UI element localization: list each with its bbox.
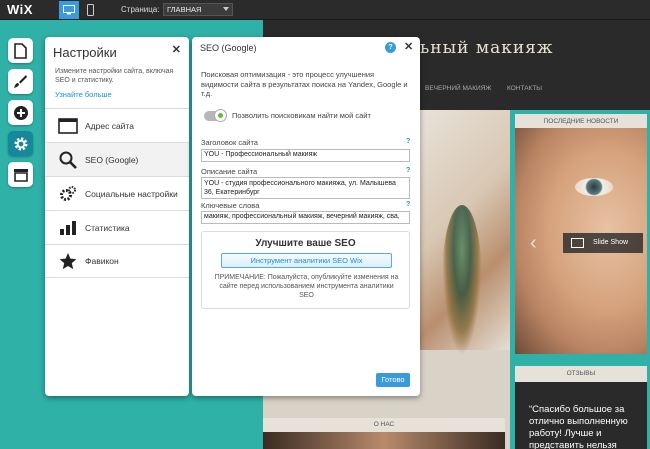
design-button[interactable] (8, 69, 33, 94)
settings-item-seo[interactable]: SEO (Google) (45, 142, 189, 176)
nav-evening-makeup[interactable]: ВЕЧЕРНИЙ МАКИЯЖ (425, 85, 491, 92)
mobile-icon (86, 4, 94, 16)
settings-item-social[interactable]: Социальные настройки (45, 176, 189, 210)
settings-item-label: Статистика (85, 222, 130, 233)
slideshow-label: Slide Show (593, 239, 629, 246)
bar-chart-icon (53, 220, 83, 236)
done-button[interactable]: Готово (376, 373, 410, 387)
help-icon[interactable]: ? (385, 42, 396, 53)
social-gears-icon (53, 185, 83, 203)
add-button[interactable] (8, 100, 33, 125)
settings-item-label: Фавикон (85, 256, 119, 266)
page-select-value: ГЛАВНАЯ (167, 5, 202, 14)
about-photo (263, 432, 505, 449)
site-description-label: Описание сайта (201, 167, 258, 176)
brush-icon (14, 75, 27, 88)
page-label: Страница: (121, 5, 160, 14)
pages-button[interactable] (8, 38, 33, 63)
mobile-view-button[interactable] (80, 1, 100, 19)
seo-panel: SEO (Google) ? ✕ Поисковая оптимизация -… (192, 37, 420, 396)
browser-window-icon (53, 117, 83, 134)
close-icon[interactable]: ✕ (404, 40, 413, 53)
help-icon[interactable]: ? (406, 167, 410, 174)
app-market-button[interactable] (8, 162, 33, 187)
site-title-field[interactable]: YOU - Профессиональный макияж (201, 149, 410, 162)
star-icon (53, 252, 83, 270)
store-icon (13, 168, 28, 182)
seo-analytics-button[interactable]: Инструмент аналитики SEO Wix (221, 253, 392, 268)
settings-item-label: Адрес сайта (85, 120, 134, 131)
reviews-heading: ОТЗЫВЫ (515, 366, 647, 382)
improve-seo-box: Улучшите ваше SEO Инструмент аналитики S… (201, 231, 410, 309)
settings-description: Измените настройки сайта, включая SEO и … (55, 68, 174, 84)
chevron-left-icon[interactable]: ‹ (530, 232, 537, 255)
feather-image (442, 205, 482, 355)
keywords-field[interactable]: макияж, профессиональный макияж, вечерни… (201, 211, 410, 224)
settings-button[interactable] (8, 131, 33, 156)
improve-seo-note: ПРИМЕЧАНИЕ: Пожалуйста, опубликуйте изме… (214, 274, 399, 299)
keywords-label: Ключевые слова (201, 201, 260, 210)
settings-title: Настройки (53, 45, 117, 60)
page-icon (14, 42, 27, 59)
settings-item-favicon[interactable]: Фавикон (45, 244, 189, 278)
desktop-view-button[interactable] (59, 1, 79, 19)
search-engine-toggle[interactable] (204, 109, 227, 122)
site-title-label: Заголовок сайта (201, 138, 258, 147)
settings-item-label: SEO (Google) (85, 154, 139, 165)
help-icon[interactable]: ? (406, 201, 410, 208)
settings-item-statistics[interactable]: Статистика (45, 210, 189, 244)
magnifier-icon (53, 151, 83, 169)
page-select[interactable]: ГЛАВНАЯ (163, 3, 233, 16)
chevron-down-icon (223, 7, 229, 11)
about-heading: О НАС (263, 418, 505, 432)
settings-item-site-address[interactable]: Адрес сайта (45, 108, 189, 142)
site-description-field[interactable]: YOU - студия профессионального макияжа, … (201, 177, 410, 199)
top-bar: WiX Страница: ГЛАВНАЯ (0, 0, 650, 20)
seo-title: SEO (Google) (200, 43, 257, 53)
testimonial-text: “Спасибо большое за отлично выполненную … (515, 382, 647, 449)
site-title[interactable]: ьный макияж (420, 38, 554, 58)
plus-circle-icon (13, 105, 28, 120)
settings-panel: Настройки ✕ Измените настройки сайта, вк… (45, 37, 189, 396)
nav-contacts[interactable]: КОНТАКТЫ (507, 85, 542, 92)
toggle-knob (214, 109, 227, 122)
eye-image (575, 178, 613, 196)
learn-more-link[interactable]: Узнайте больше (55, 90, 112, 99)
makeup-photo[interactable] (410, 110, 510, 355)
improve-seo-title: Улучшите ваше SEO (255, 238, 356, 249)
help-icon[interactable]: ? (406, 138, 410, 145)
slideshow-button[interactable]: Slide Show (563, 233, 643, 253)
wix-logo: WiX (7, 2, 33, 17)
gear-icon (14, 137, 27, 150)
image-icon (571, 238, 584, 248)
settings-item-label: Социальные настройки (85, 188, 178, 199)
close-icon[interactable]: ✕ (172, 43, 181, 56)
search-engine-toggle-label: Позволить поисковикам найти мой сайт (232, 111, 371, 120)
seo-intro: Поисковая оптимизация - это процесс улуч… (201, 70, 408, 98)
desktop-icon (63, 5, 75, 15)
